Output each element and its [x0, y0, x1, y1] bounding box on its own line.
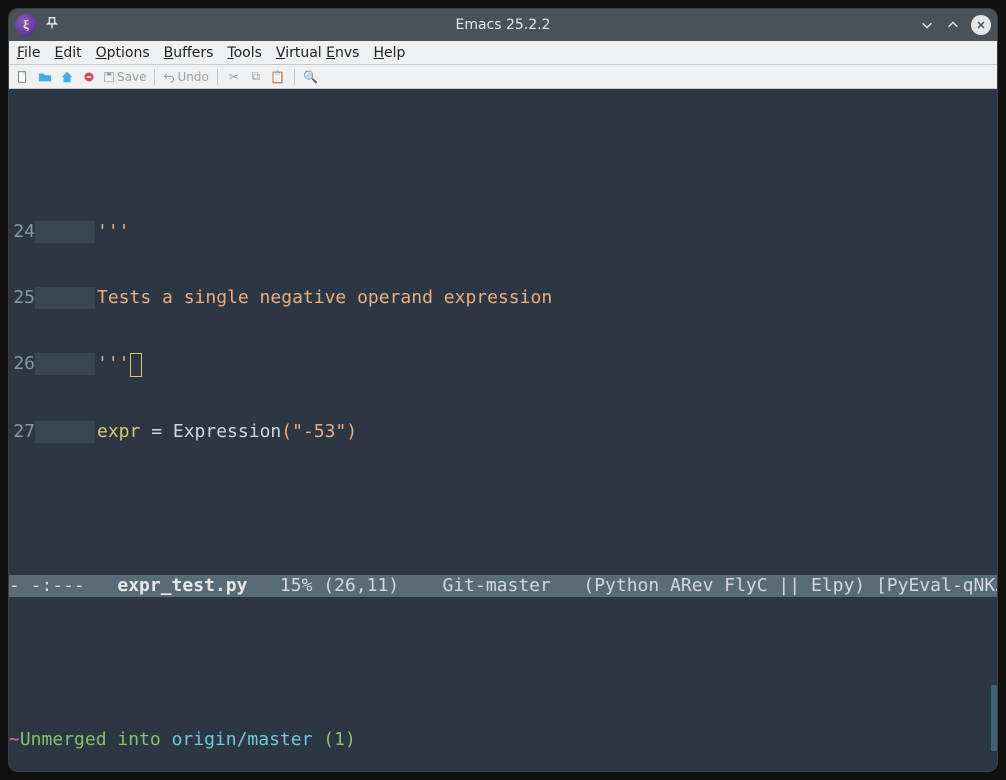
code-token: expr — [97, 421, 140, 443]
menu-options[interactable]: Options — [96, 45, 150, 61]
new-file-icon[interactable] — [15, 69, 31, 85]
code-line: ''' — [97, 353, 130, 377]
menubar: File Edit Options Buffers Tools Virtual … — [9, 41, 997, 65]
code-line: ''' — [97, 221, 130, 243]
emacs-window: ξ Emacs 25.2.2 File Edit Options Buffers — [8, 8, 998, 772]
paste-icon[interactable]: 📋 — [270, 69, 286, 85]
menu-edit[interactable]: Edit — [54, 45, 81, 61]
menu-help[interactable]: Help — [373, 45, 405, 61]
home-icon[interactable] — [59, 69, 75, 85]
save-label: Save — [117, 70, 146, 84]
copy-icon[interactable]: ⧉ — [248, 69, 264, 85]
toolbar: Save Undo ✂ ⧉ 📋 🔍 — [9, 65, 997, 89]
toolbar-separator — [154, 69, 155, 85]
menu-buffers[interactable]: Buffers — [164, 45, 214, 61]
open-folder-icon[interactable] — [37, 69, 53, 85]
buffer-magit-pyeval[interactable]: ~Unmerged into origin/master (1) 5c04583… — [9, 685, 997, 771]
menu-virtual-envs[interactable]: Virtual Envs — [276, 45, 360, 61]
save-button[interactable]: Save — [103, 70, 146, 84]
menu-tools[interactable]: Tools — [227, 45, 262, 61]
stop-icon[interactable] — [81, 69, 97, 85]
titlebar[interactable]: ξ Emacs 25.2.2 — [9, 9, 997, 41]
maximize-button[interactable] — [945, 17, 961, 33]
editor-area[interactable]: 24 ''' 25 Tests a single negative operan… — [9, 89, 997, 771]
buffer-expr-test-py[interactable]: 24 ''' 25 Tests a single negative operan… — [9, 177, 997, 487]
undo-button[interactable]: Undo — [163, 70, 208, 84]
modeline-expr-test[interactable]: - -:--- expr_test.py 15% (26,11) Git-mas… — [9, 575, 997, 597]
pin-icon[interactable] — [45, 16, 59, 34]
emacs-app-icon: ξ — [15, 14, 37, 36]
toolbar-separator — [217, 69, 218, 85]
toolbar-separator — [294, 69, 295, 85]
minimize-button[interactable] — [919, 17, 935, 33]
code-line: Tests a single negative operand expressi… — [97, 287, 552, 309]
search-icon[interactable]: 🔍 — [303, 69, 319, 85]
menu-file[interactable]: File — [17, 45, 40, 61]
undo-label: Undo — [177, 70, 208, 84]
window-title: Emacs 25.2.2 — [115, 17, 891, 33]
cut-icon[interactable]: ✂ — [226, 69, 242, 85]
close-button[interactable] — [971, 15, 991, 35]
